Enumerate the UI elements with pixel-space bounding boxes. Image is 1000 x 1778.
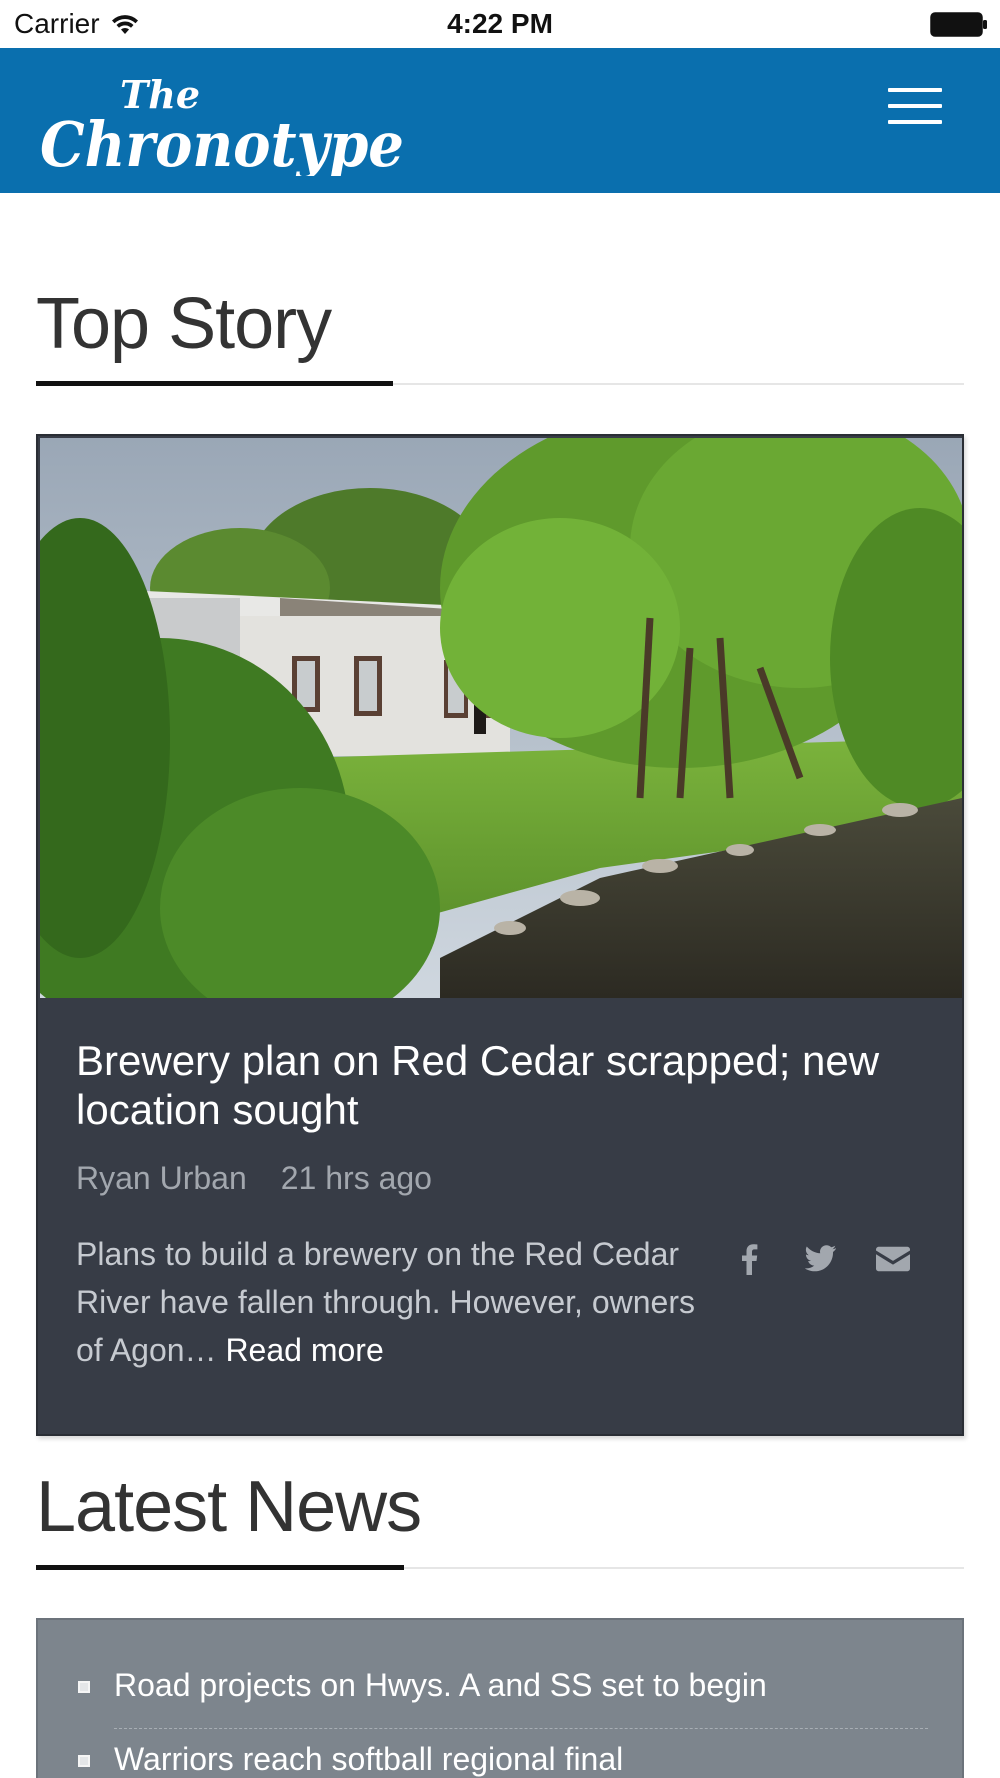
section-heading: Latest News bbox=[36, 1467, 422, 1547]
summary-text: Plans to build a brewery on the Red Ceda… bbox=[76, 1236, 695, 1368]
top-story-card: Brewery plan on Red Cedar scrapped; new … bbox=[36, 434, 964, 1436]
timestamp: 21 hrs ago bbox=[280, 1160, 432, 1196]
chronotype-logo[interactable]: The Chronotype bbox=[38, 66, 408, 176]
top-story-meta: Ryan Urban 21 hrs ago bbox=[76, 1160, 432, 1197]
twitter-icon[interactable] bbox=[804, 1242, 838, 1276]
section-divider-accent bbox=[36, 381, 393, 386]
top-story-headline[interactable]: Brewery plan on Red Cedar scrapped; new … bbox=[76, 1036, 906, 1134]
email-icon[interactable] bbox=[876, 1242, 910, 1276]
facebook-icon[interactable] bbox=[732, 1242, 766, 1276]
bullet-icon bbox=[78, 1755, 90, 1767]
news-list-item[interactable]: Road projects on Hwys. A and SS set to b… bbox=[76, 1668, 928, 1742]
clock: 4:22 PM bbox=[447, 8, 553, 39]
latest-news-section-title: Latest News bbox=[36, 1471, 964, 1571]
top-story-section-title: Top Story bbox=[36, 288, 964, 388]
top-story-summary: Plans to build a brewery on the Red Ceda… bbox=[76, 1230, 716, 1374]
hamburger-menu-icon bbox=[888, 88, 942, 92]
news-link[interactable]: Road projects on Hwys. A and SS set to b… bbox=[114, 1667, 767, 1703]
read-more-link[interactable]: Read more bbox=[225, 1332, 383, 1368]
menu-button[interactable] bbox=[888, 88, 944, 128]
bullet-icon bbox=[78, 1681, 90, 1693]
share-buttons bbox=[732, 1242, 910, 1276]
battery-icon bbox=[930, 12, 987, 37]
list-separator bbox=[114, 1728, 928, 1729]
status-bar: Carrier 4:22 PM bbox=[0, 0, 1000, 48]
news-list-item[interactable]: Warriors reach softball regional final bbox=[76, 1742, 928, 1778]
top-story-image[interactable] bbox=[40, 438, 962, 998]
latest-news-list: Road projects on Hwys. A and SS set to b… bbox=[36, 1618, 964, 1778]
section-divider-accent bbox=[36, 1565, 404, 1570]
site-header: The Chronotype bbox=[0, 48, 1000, 193]
landscape-photo bbox=[40, 438, 962, 998]
news-link[interactable]: Warriors reach softball regional final bbox=[114, 1741, 623, 1777]
logo-chronotype: Chronotype bbox=[40, 108, 404, 176]
section-heading: Top Story bbox=[36, 284, 332, 364]
author-name[interactable]: Ryan Urban bbox=[76, 1160, 247, 1197]
